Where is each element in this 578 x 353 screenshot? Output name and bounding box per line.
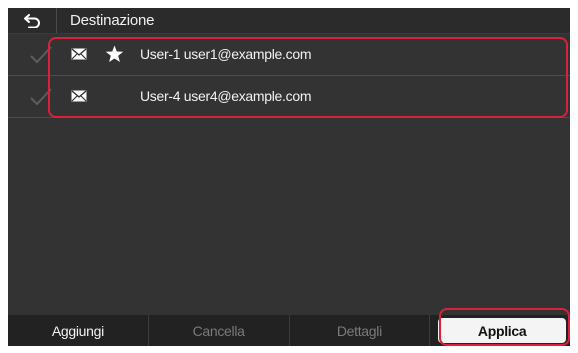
- back-arrow-icon: [24, 13, 40, 28]
- destination-label: User-1 user1@example.com: [140, 46, 312, 62]
- check-icon: [30, 46, 52, 64]
- delete-button: Cancella: [149, 315, 290, 346]
- action-bar: Aggiungi Cancella Dettagli Applica: [8, 315, 570, 346]
- check-icon: [30, 88, 52, 106]
- apply-button[interactable]: Applica: [438, 318, 566, 343]
- details-button: Dettagli: [290, 315, 431, 346]
- destination-label: User-4 user4@example.com: [140, 88, 312, 104]
- envelope-icon: [71, 48, 87, 60]
- back-button[interactable]: [8, 8, 57, 33]
- apply-button-cell: Applica: [430, 315, 570, 346]
- add-button[interactable]: Aggiungi: [8, 315, 149, 346]
- device-screen: Destinazione User-1 user1@example.com Us…: [8, 8, 570, 346]
- envelope-icon: [71, 90, 87, 102]
- title-bar: Destinazione: [8, 8, 570, 34]
- page-title: Destinazione: [70, 12, 155, 29]
- destination-list: User-1 user1@example.com User-4 user4@ex…: [8, 34, 570, 118]
- destination-row-user1[interactable]: User-1 user1@example.com: [8, 34, 570, 76]
- destination-row-user4[interactable]: User-4 user4@example.com: [8, 76, 570, 118]
- favorite-star-icon: [105, 45, 124, 63]
